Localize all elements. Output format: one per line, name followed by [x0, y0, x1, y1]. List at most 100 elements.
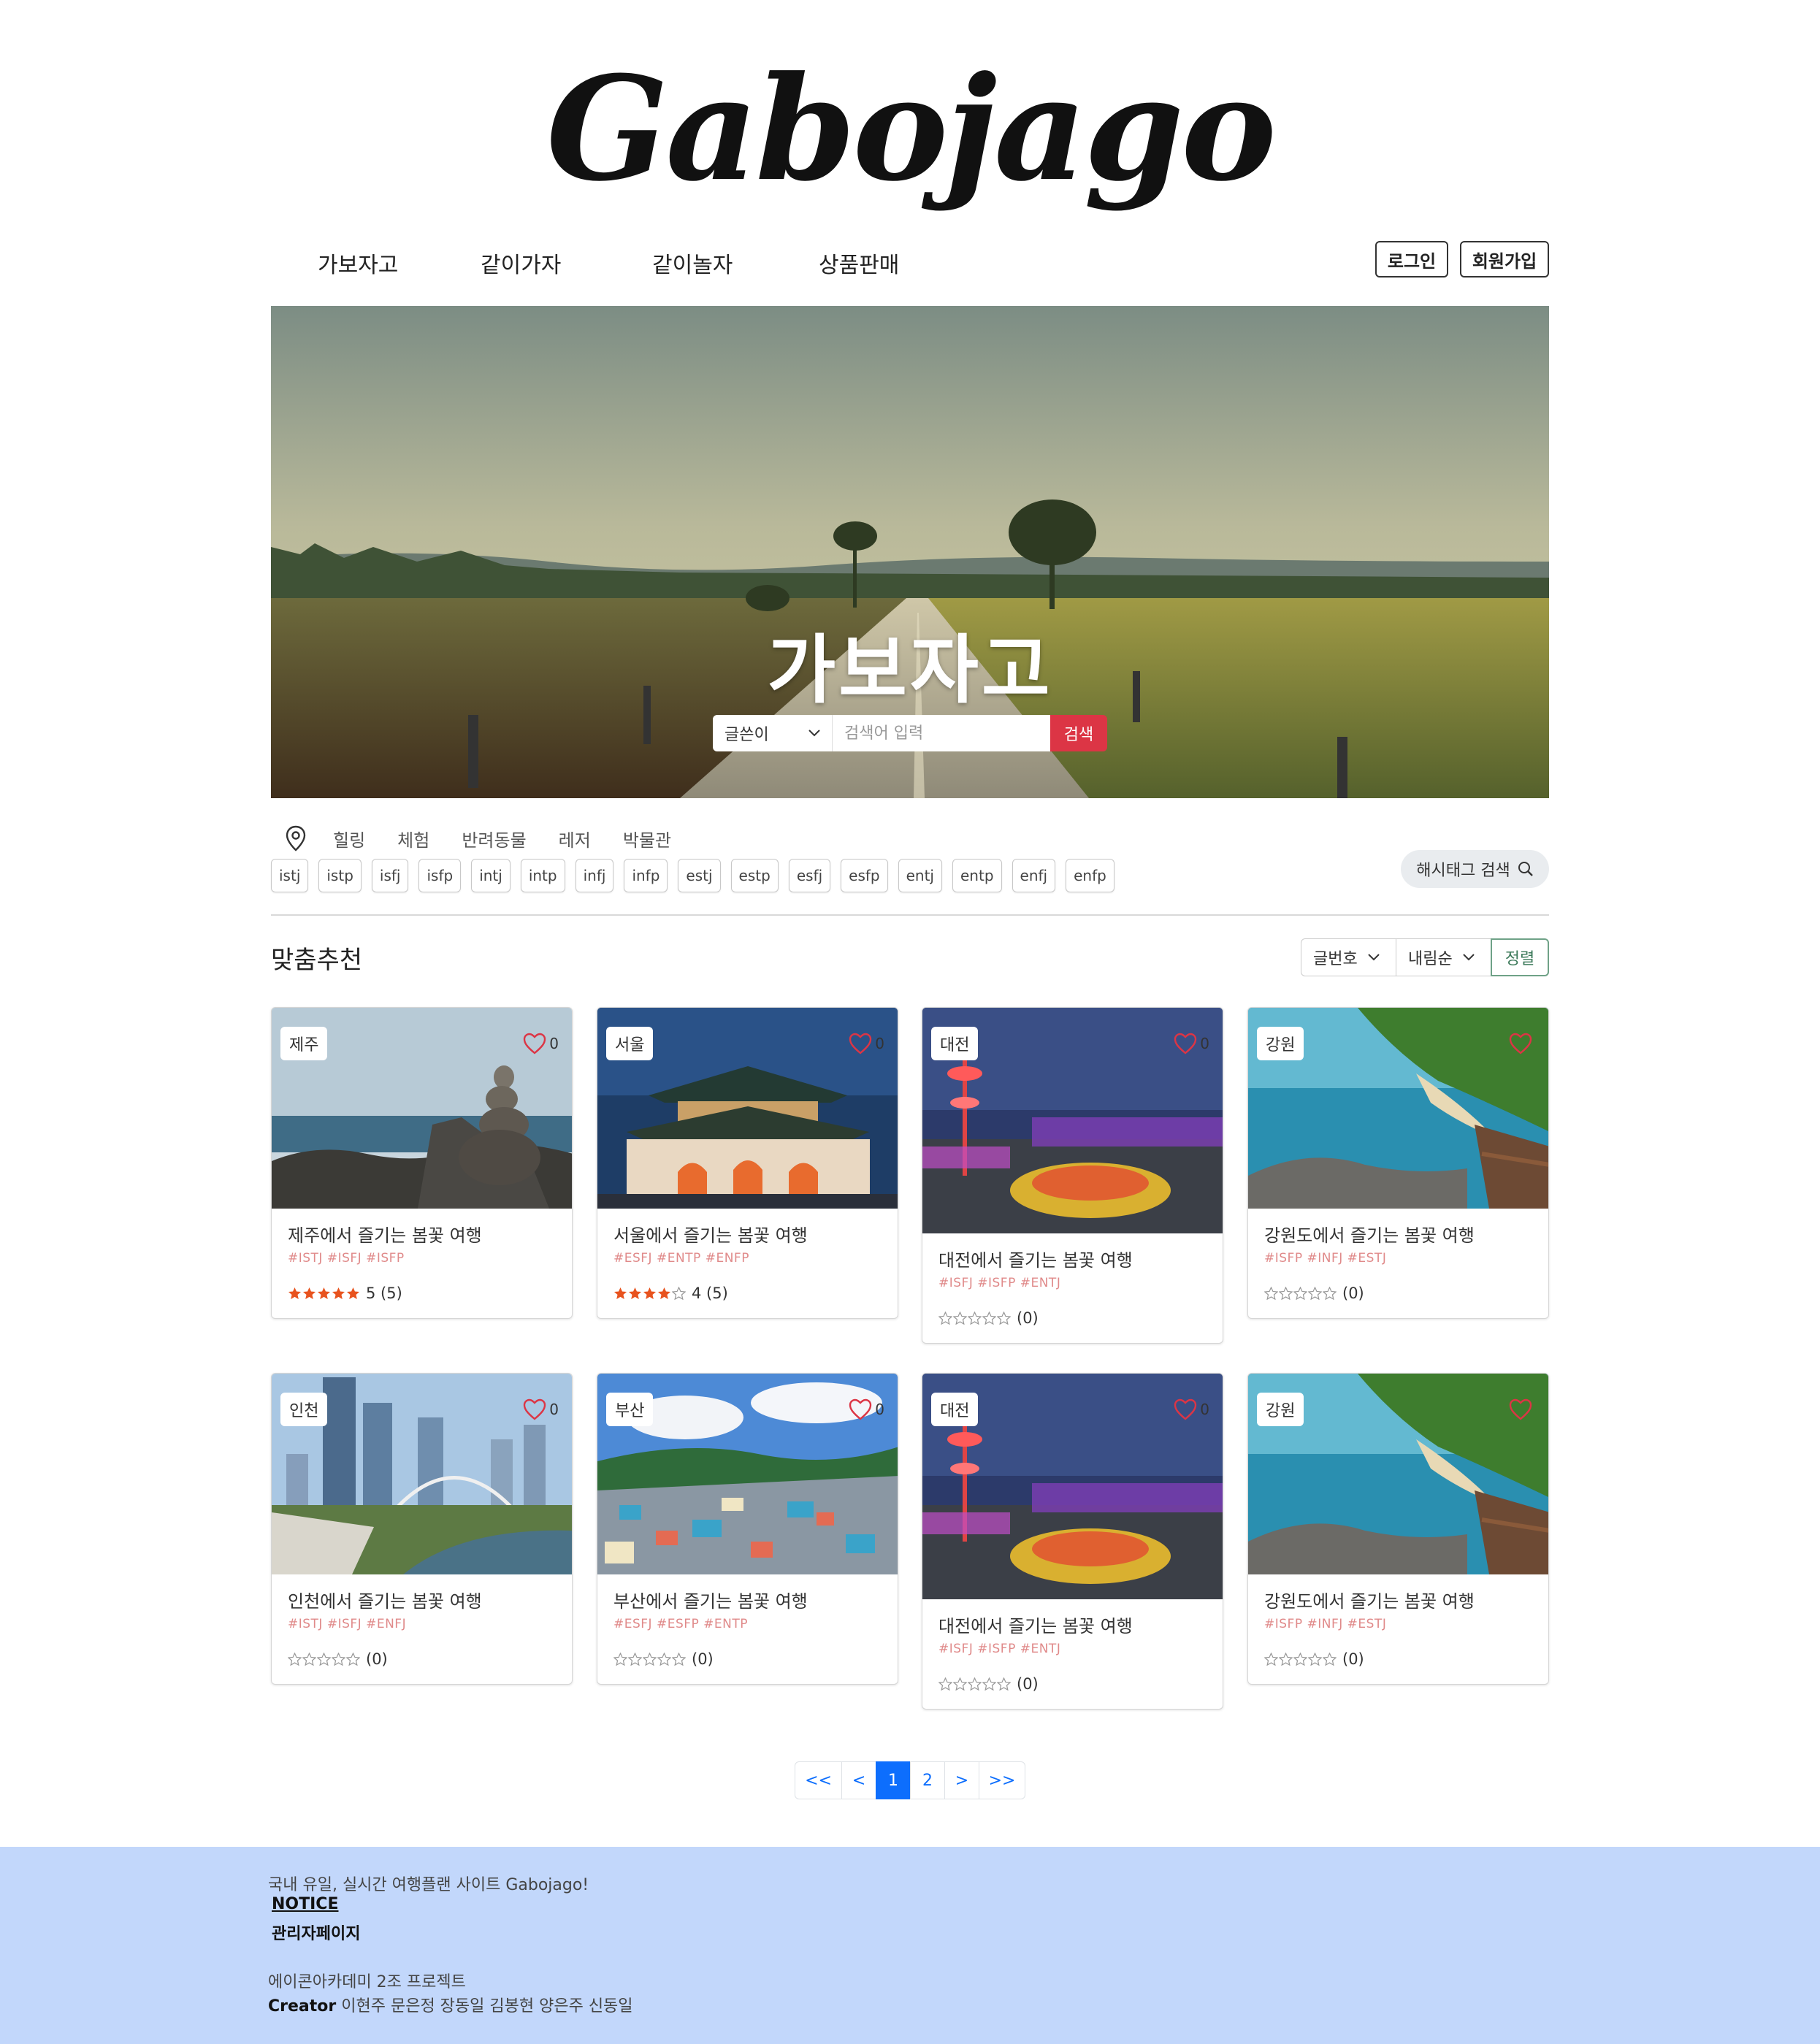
hashtag-search-button[interactable]: 해시태그 검색 [1401, 850, 1549, 888]
mbti-tag-esfp[interactable]: esfp [841, 859, 888, 892]
like-count: 0 [875, 1035, 884, 1052]
card-rating: (0) [288, 1650, 556, 1668]
mbti-tag-estj[interactable]: estj [678, 859, 721, 892]
mbti-tag-istp[interactable]: istp [318, 859, 362, 892]
card-region-badge: 강원 [1257, 1027, 1304, 1060]
plan-card[interactable]: 대전 0 대전에서 즐기는 봄꽃 여행 #ISFJ #ISFP #ENTJ (0… [922, 1007, 1223, 1344]
page-2[interactable]: 2 [910, 1761, 945, 1799]
mbti-tag-estp[interactable]: estp [730, 859, 779, 892]
footer-project: 에이콘아카데미 2조 프로젝트 [268, 1973, 466, 1991]
mbti-tag-infj[interactable]: infj [575, 859, 614, 892]
search-type-select[interactable]: 글쓴이 [713, 715, 833, 751]
star-filled-icon [317, 1287, 331, 1300]
heart-icon [1509, 1398, 1532, 1420]
like-button[interactable] [1509, 1033, 1535, 1054]
category-experience[interactable]: 체험 [397, 826, 429, 851]
main-nav: 가보자고 같이가자 같이놀자 상품판매 로그인 회원가입 [271, 241, 1549, 292]
signup-button[interactable]: 회원가입 [1460, 241, 1549, 277]
star-empty-icon [317, 1653, 331, 1666]
card-image: 대전 0 [922, 1008, 1223, 1233]
mbti-tag-enfp[interactable]: enfp [1066, 859, 1114, 892]
footer-admin-link[interactable]: 관리자페이지 [272, 1921, 360, 1944]
sort-controls: 글번호 내림순 정렬 [1301, 938, 1549, 976]
star-empty-icon [302, 1653, 316, 1666]
plan-card[interactable]: 인천 0 인천에서 즐기는 봄꽃 여행 #ISTJ #ISFJ #ENFJ (0… [271, 1373, 573, 1685]
nav-item-shop[interactable]: 상품판매 [819, 247, 899, 279]
site-logo[interactable]: Gabojago [0, 45, 1820, 213]
star-empty-icon [657, 1653, 671, 1666]
sort-field-select[interactable]: 글번호 [1301, 938, 1396, 976]
page-prev[interactable]: < [841, 1761, 876, 1799]
rating-text: 4 (5) [692, 1285, 728, 1302]
star-empty-icon [1264, 1287, 1278, 1300]
mbti-tag-infp[interactable]: infp [624, 859, 668, 892]
star-filled-icon [613, 1287, 627, 1300]
page-first[interactable]: << [795, 1761, 842, 1799]
rating-text: (0) [1017, 1309, 1039, 1327]
mbti-tag-enfj[interactable]: enfj [1012, 859, 1056, 892]
plan-card[interactable]: 서울 0 서울에서 즐기는 봄꽃 여행 #ESFJ #ENTP #ENFP 4 … [597, 1007, 898, 1319]
plan-card[interactable]: 부산 0 부산에서 즐기는 봄꽃 여행 #ESFJ #ESFP #ENTP (0… [597, 1373, 898, 1685]
card-region-badge: 제주 [280, 1027, 328, 1060]
card-image: 서울 0 [597, 1008, 898, 1209]
footer-notice-link[interactable]: NOTICE [272, 1895, 338, 1913]
search-input[interactable] [833, 715, 1050, 751]
section-divider [271, 914, 1549, 916]
footer-creator-names: 이현주 문은정 장동일 김봉현 양은주 신동일 [341, 1997, 633, 2016]
mbti-tag-isfp[interactable]: isfp [418, 859, 462, 892]
login-button[interactable]: 로그인 [1375, 241, 1448, 277]
page-last[interactable]: >> [979, 1761, 1025, 1799]
page-next[interactable]: > [944, 1761, 979, 1799]
heart-icon [1174, 1398, 1197, 1420]
category-pets[interactable]: 반려동물 [462, 826, 526, 851]
sort-button[interactable]: 정렬 [1491, 938, 1549, 976]
mbti-tag-entp[interactable]: entp [952, 859, 1002, 892]
card-hashtags: #ESFJ #ENTP #ENFP [613, 1251, 749, 1266]
card-hashtags: #ISFJ #ISFP #ENTJ [938, 1642, 1061, 1656]
card-rating: 4 (5) [613, 1285, 882, 1302]
like-button[interactable]: 0 [523, 1033, 559, 1054]
star-empty-icon [672, 1653, 686, 1666]
hero-title: 가보자고 [767, 627, 1053, 714]
plan-card[interactable]: 대전 0 대전에서 즐기는 봄꽃 여행 #ISFJ #ISFP #ENTJ (0… [922, 1373, 1223, 1710]
plan-card[interactable]: 제주 0 제주에서 즐기는 봄꽃 여행 #ISTJ #ISFJ #ISFP 5 … [271, 1007, 573, 1319]
pagination: << < 1 2 > >> [795, 1761, 1025, 1799]
nav-item-together-go[interactable]: 같이가자 [481, 247, 561, 279]
page-1[interactable]: 1 [876, 1761, 911, 1799]
mbti-tag-isfj[interactable]: isfj [371, 859, 409, 892]
card-title: 강원도에서 즐기는 봄꽃 여행 [1264, 1225, 1475, 1246]
search-type-value: 글쓴이 [724, 726, 769, 744]
like-button[interactable]: 0 [1174, 1398, 1209, 1420]
section-title: 맞춤추천 [271, 946, 363, 975]
like-count: 0 [549, 1035, 559, 1052]
category-museum[interactable]: 박물관 [623, 826, 671, 851]
mbti-tag-intp[interactable]: intp [520, 859, 565, 892]
search-button[interactable]: 검색 [1050, 715, 1107, 751]
like-button[interactable] [1509, 1398, 1535, 1420]
category-healing[interactable]: 힐링 [333, 826, 365, 851]
nav-item-gabojago[interactable]: 가보자고 [318, 247, 398, 279]
sort-order-select[interactable]: 내림순 [1396, 938, 1491, 976]
star-empty-icon [938, 1677, 952, 1691]
like-count: 0 [549, 1401, 559, 1418]
like-button[interactable]: 0 [849, 1033, 884, 1054]
star-rating [1264, 1653, 1337, 1666]
footer-tagline: 국내 유일, 실시간 여행플랜 사이트 Gabojago! [268, 1876, 589, 1894]
mbti-tag-intj[interactable]: intj [471, 859, 511, 892]
like-button[interactable]: 0 [849, 1398, 884, 1420]
like-button[interactable]: 0 [523, 1398, 559, 1420]
plan-card[interactable]: 강원 강원도에서 즐기는 봄꽃 여행 #ISFP #INFJ #ESTJ (0) [1247, 1373, 1549, 1685]
heart-icon [1509, 1033, 1532, 1054]
mbti-tag-esfj[interactable]: esfj [788, 859, 831, 892]
map-pin-icon [286, 825, 306, 851]
mbti-tag-entj[interactable]: entj [898, 859, 942, 892]
category-leisure[interactable]: 레저 [559, 826, 591, 851]
plan-card[interactable]: 강원 강원도에서 즐기는 봄꽃 여행 #ISFP #INFJ #ESTJ (0) [1247, 1007, 1549, 1319]
card-hashtags: #ISTJ #ISFJ #ISFP [288, 1251, 405, 1266]
nav-item-together-play[interactable]: 같이놀자 [652, 247, 733, 279]
card-title: 서울에서 즐기는 봄꽃 여행 [613, 1225, 808, 1246]
card-hashtags: #ISFJ #ISFP #ENTJ [938, 1276, 1061, 1290]
mbti-tag-istj[interactable]: istj [271, 859, 309, 892]
like-button[interactable]: 0 [1174, 1033, 1209, 1054]
star-rating [938, 1677, 1011, 1691]
